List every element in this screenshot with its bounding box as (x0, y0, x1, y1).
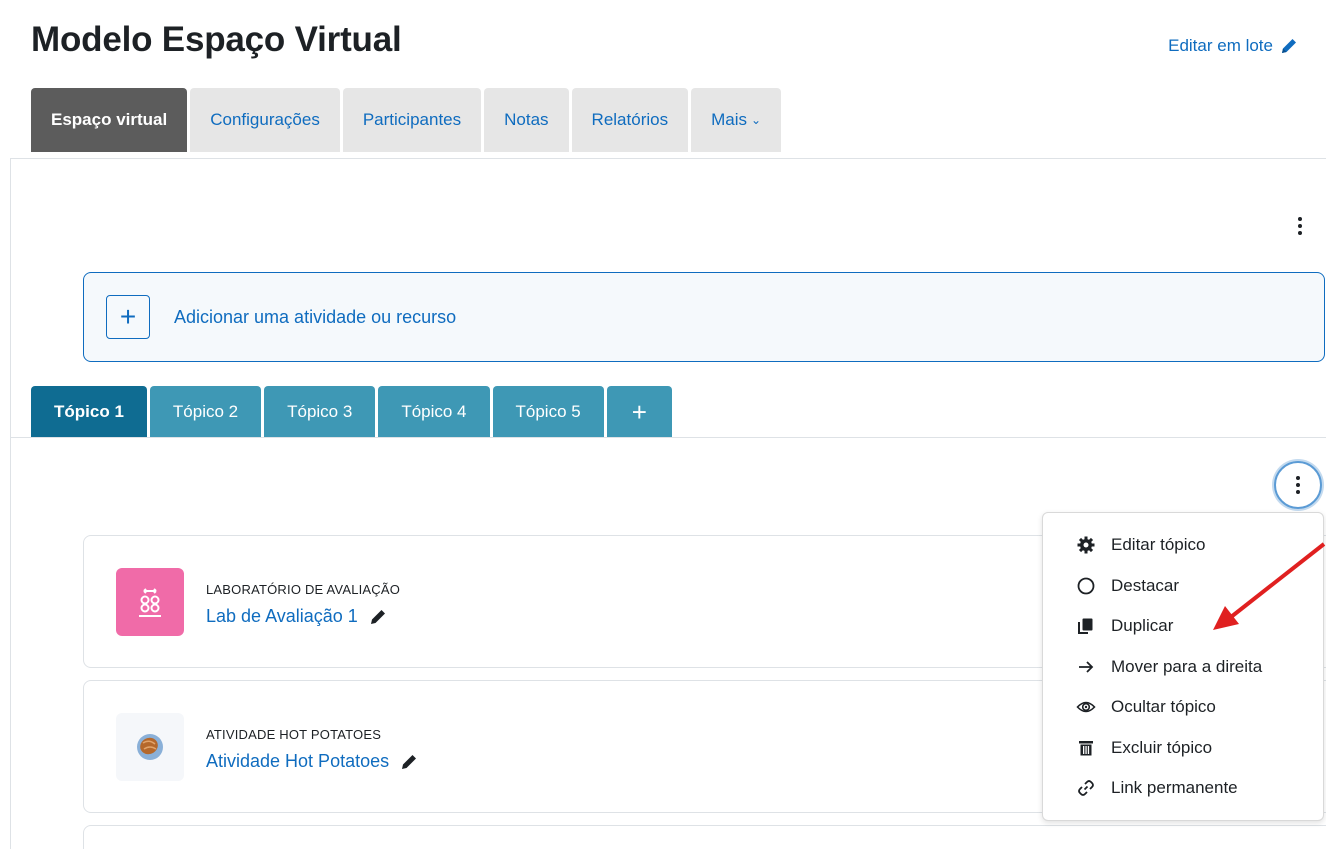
activity-type-label: LABORATÓRIO DE AVALIAÇÃO (206, 582, 401, 597)
topic-tab-4[interactable]: Tópico 4 (378, 386, 490, 438)
tab-label: Espaço virtual (51, 110, 168, 129)
topic-tab-label: Tópico 1 (54, 402, 124, 421)
menu-item-ocultar-topico[interactable]: Ocultar tópico (1043, 687, 1323, 728)
menu-item-label: Duplicar (1111, 616, 1174, 636)
topic-tab-5[interactable]: Tópico 5 (492, 386, 604, 438)
pencil-icon[interactable] (399, 752, 419, 772)
tab-label: Configurações (210, 110, 320, 129)
course-actions-kebab-icon[interactable] (1292, 214, 1308, 238)
main-nav-tabs: Espaço virtual Configurações Participant… (31, 88, 782, 152)
tabs-divider (10, 158, 1326, 159)
tab-label: Mais (711, 110, 747, 129)
activity-card (83, 825, 1326, 849)
circle-icon (1075, 575, 1097, 597)
menu-item-label: Link permanente (1111, 778, 1238, 798)
pencil-icon (1282, 39, 1296, 53)
link-icon (1075, 777, 1097, 799)
menu-item-excluir-topico[interactable]: Excluir tópico (1043, 728, 1323, 769)
topic-tab-label: Tópico 4 (401, 402, 467, 421)
tab-label: Relatórios (591, 110, 669, 129)
menu-item-label: Editar tópico (1111, 535, 1206, 555)
bulk-edit-label: Editar em lote (1168, 36, 1273, 55)
topic-tab-2[interactable]: Tópico 2 (149, 386, 262, 438)
topic-tab-label: Tópico 3 (287, 402, 353, 421)
menu-item-label: Ocultar tópico (1111, 697, 1216, 717)
tab-mais[interactable]: Mais ⌄ (691, 88, 782, 152)
content-left-border (10, 158, 11, 849)
copy-icon (1075, 615, 1097, 637)
tab-notas[interactable]: Notas (484, 88, 569, 152)
chevron-down-icon: ⌄ (751, 113, 762, 127)
bulk-edit-link[interactable]: Editar em lote (1168, 36, 1299, 56)
menu-item-label: Excluir tópico (1111, 737, 1213, 757)
plus-icon: + (106, 295, 150, 339)
tab-label: Participantes (362, 110, 462, 129)
topic-tab-3[interactable]: Tópico 3 (264, 386, 376, 438)
menu-item-label: Destacar (1111, 575, 1180, 595)
add-activity-button[interactable]: + Adicionar uma atividade ou recurso (83, 272, 1325, 362)
menu-item-mover-direita[interactable]: Mover para a direita (1043, 647, 1323, 688)
tab-participantes[interactable]: Participantes (342, 88, 482, 152)
add-topic-button[interactable]: + (606, 386, 672, 438)
topic-tab-label: Tópico 5 (515, 402, 581, 421)
topic-tabs-divider (10, 437, 1326, 438)
hot-potatoes-icon (116, 713, 184, 781)
section-actions-kebab-icon[interactable] (1274, 461, 1322, 509)
activity-link[interactable]: Lab de Avaliação 1 (206, 606, 388, 627)
topic-tab-label: Tópico 2 (172, 402, 239, 421)
tab-espaco-virtual[interactable]: Espaço virtual (31, 88, 188, 152)
menu-item-label: Mover para a direita (1111, 656, 1263, 676)
eye-icon (1075, 696, 1097, 718)
page-title: Modelo Espaço Virtual (31, 20, 402, 59)
menu-item-link-permanente[interactable]: Link permanente (1043, 768, 1323, 809)
activity-name: Atividade Hot Potatoes (206, 751, 390, 771)
activity-link[interactable]: Atividade Hot Potatoes (206, 751, 419, 772)
topic-tabs: Tópico 1 Tópico 2 Tópico 3 Tópico 4 Tópi… (31, 386, 672, 438)
menu-item-destacar[interactable]: Destacar (1043, 566, 1323, 607)
workshop-icon (116, 568, 184, 636)
trash-icon (1075, 737, 1097, 759)
arrow-right-icon (1075, 656, 1097, 678)
tab-label: Notas (504, 110, 549, 129)
tab-relatorios[interactable]: Relatórios (571, 88, 689, 152)
activity-type-label: ATIVIDADE HOT POTATOES (206, 727, 382, 742)
tab-configuracoes[interactable]: Configurações (190, 88, 340, 152)
pencil-icon[interactable] (368, 607, 388, 627)
gear-icon (1075, 534, 1097, 556)
plus-icon: + (631, 396, 647, 427)
add-activity-label: Adicionar uma atividade ou recurso (174, 306, 457, 327)
menu-item-editar-topico[interactable]: Editar tópico (1043, 525, 1323, 566)
section-actions-menu: Editar tópico Destacar Duplicar Mover pa… (1042, 512, 1324, 821)
activity-name: Lab de Avaliação 1 (206, 606, 358, 626)
menu-item-duplicar[interactable]: Duplicar (1043, 606, 1323, 647)
topic-tab-1[interactable]: Tópico 1 (31, 386, 147, 438)
